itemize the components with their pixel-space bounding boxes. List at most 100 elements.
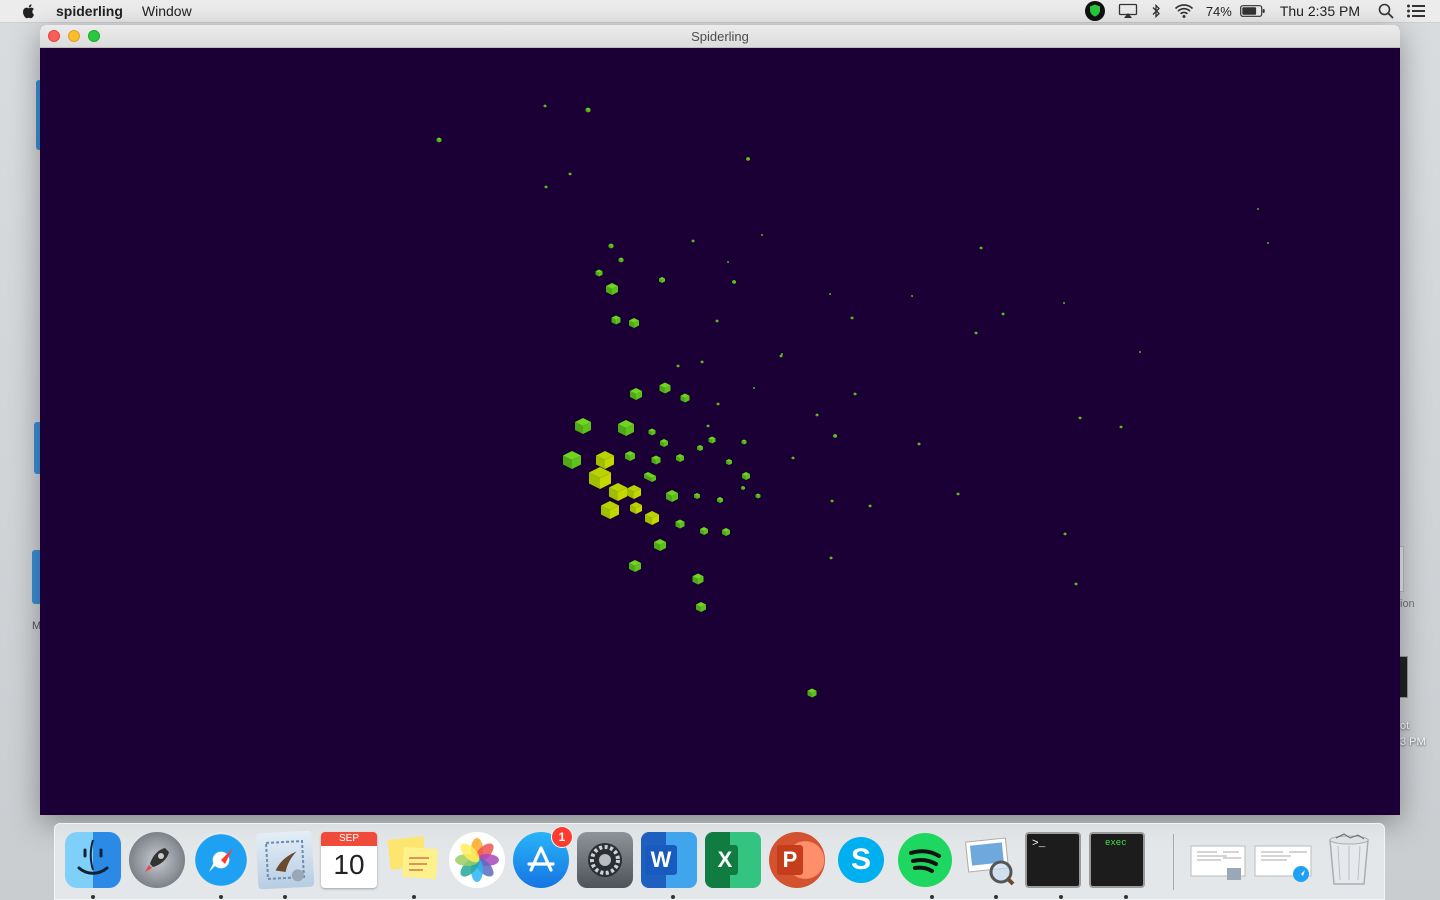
preview-icon[interactable] <box>961 832 1017 888</box>
voxel-cube <box>648 428 656 436</box>
window-zoom-button[interactable] <box>88 30 100 42</box>
voxel-cube <box>726 459 732 465</box>
terminal-running-indicator <box>1059 895 1063 899</box>
stickies-running-indicator <box>412 895 416 899</box>
voxel-cube <box>917 442 921 446</box>
shield-icon[interactable] <box>1084 0 1106 22</box>
voxel-cube <box>692 573 704 585</box>
excel-icon[interactable]: X <box>705 832 761 888</box>
terminal-icon[interactable]: >_ <box>1025 832 1081 888</box>
dock: SEP 10 1 W X P S >_ exec <box>54 823 1385 900</box>
voxel-cube <box>676 454 684 462</box>
voxel-cube <box>1078 416 1082 420</box>
voxel-cube <box>700 360 704 364</box>
downloads-stack-icon[interactable] <box>1253 832 1315 888</box>
terminal-prompt: >_ <box>1032 838 1046 850</box>
voxel-cube <box>543 104 547 108</box>
mail-icon[interactable] <box>255 830 315 890</box>
voxel-cube <box>755 493 761 499</box>
voxel-cube <box>1267 242 1269 244</box>
exec-terminal-icon[interactable]: exec <box>1089 832 1145 888</box>
voxel-cube <box>853 392 857 396</box>
skype-icon[interactable]: S <box>833 832 889 888</box>
spotify-running-indicator <box>930 895 934 899</box>
desktop-label-partial: 3 PM <box>1400 736 1426 748</box>
app-store-badge: 1 <box>551 826 573 848</box>
spotlight-search-icon[interactable] <box>1378 0 1394 22</box>
spotify-icon[interactable] <box>897 832 953 888</box>
trash-icon[interactable] <box>1321 832 1377 888</box>
calendar-icon[interactable]: SEP 10 <box>321 832 377 888</box>
window-title: Spiderling <box>691 28 749 44</box>
voxel-cube <box>717 497 723 503</box>
voxel-cube <box>659 382 671 394</box>
voxel-cube <box>544 185 548 189</box>
safari-running-indicator <box>219 895 223 899</box>
finder-icon[interactable] <box>65 832 121 888</box>
voxel-cube <box>436 137 442 143</box>
exec-label: exec <box>1105 838 1127 848</box>
voxel-cube <box>654 539 666 551</box>
voxel-cube <box>568 172 572 176</box>
menu-clock[interactable]: Thu 2:35 PM <box>1280 3 1360 19</box>
dock-separator <box>1173 834 1174 890</box>
voxel-cube <box>629 318 639 328</box>
app-store-icon[interactable]: 1 <box>513 826 573 888</box>
voxel-cube <box>660 439 668 447</box>
powerpoint-letter: P <box>776 845 804 875</box>
finder-running-indicator <box>91 895 95 899</box>
cube-scene <box>436 104 1269 698</box>
voxel-cube <box>659 277 665 283</box>
voxel-cube <box>680 393 690 403</box>
menu-app-name[interactable]: spiderling <box>56 3 123 19</box>
system-preferences-icon[interactable] <box>577 832 633 888</box>
window-titlebar[interactable]: Spiderling <box>40 25 1400 48</box>
voxel-cube <box>706 424 710 428</box>
voxel-cube <box>791 456 795 460</box>
voxel-cube <box>727 261 729 263</box>
voxel-cube <box>585 107 591 113</box>
voxel-cube <box>697 445 703 451</box>
excel-letter: X <box>711 845 739 875</box>
voxel-cube <box>974 331 978 335</box>
voxel-cube <box>696 602 706 612</box>
photos-icon[interactable] <box>449 832 505 888</box>
voxel-cube <box>761 234 763 236</box>
battery-percent: 74% <box>1205 3 1232 19</box>
documents-stack-icon[interactable] <box>1189 832 1249 888</box>
voxel-cube <box>708 436 716 444</box>
voxel-cube <box>630 388 642 400</box>
voxel-cube <box>1074 582 1078 586</box>
voxel-cube <box>675 519 685 529</box>
menu-window[interactable]: Window <box>142 3 192 19</box>
apple-menu-icon[interactable] <box>20 2 38 20</box>
voxel-cube <box>608 243 614 249</box>
menu-bar: spiderling Window 74% Thu 2:35 PM <box>0 0 1440 23</box>
word-icon[interactable]: W <box>641 832 697 888</box>
bluetooth-icon[interactable] <box>1150 0 1162 22</box>
notification-center-icon[interactable] <box>1406 0 1426 22</box>
voxel-cube <box>732 280 736 284</box>
voxel-cube <box>741 486 745 490</box>
wifi-icon[interactable] <box>1174 0 1194 22</box>
launchpad-icon[interactable] <box>129 832 185 888</box>
voxel-cube <box>691 239 695 243</box>
window-close-button[interactable] <box>48 30 60 42</box>
airplay-icon[interactable] <box>1118 0 1138 22</box>
voxel-cube <box>609 483 627 501</box>
battery-icon[interactable] <box>1239 0 1266 22</box>
window-minimize-button[interactable] <box>68 30 80 42</box>
powerpoint-icon[interactable]: P <box>769 832 825 888</box>
voxel-cube <box>829 293 831 295</box>
voxel-cube <box>807 688 817 698</box>
stickies-icon[interactable] <box>385 832 441 888</box>
voxel-cube <box>742 472 750 480</box>
voxel-cube <box>625 451 635 461</box>
preview-running-indicator <box>994 895 998 899</box>
safari-icon[interactable] <box>193 832 249 888</box>
voxel-cube <box>700 527 708 535</box>
voxel-cube <box>868 504 872 508</box>
voxel-cube <box>829 556 833 560</box>
render-canvas[interactable] <box>40 48 1400 815</box>
voxel-cube <box>676 364 680 368</box>
